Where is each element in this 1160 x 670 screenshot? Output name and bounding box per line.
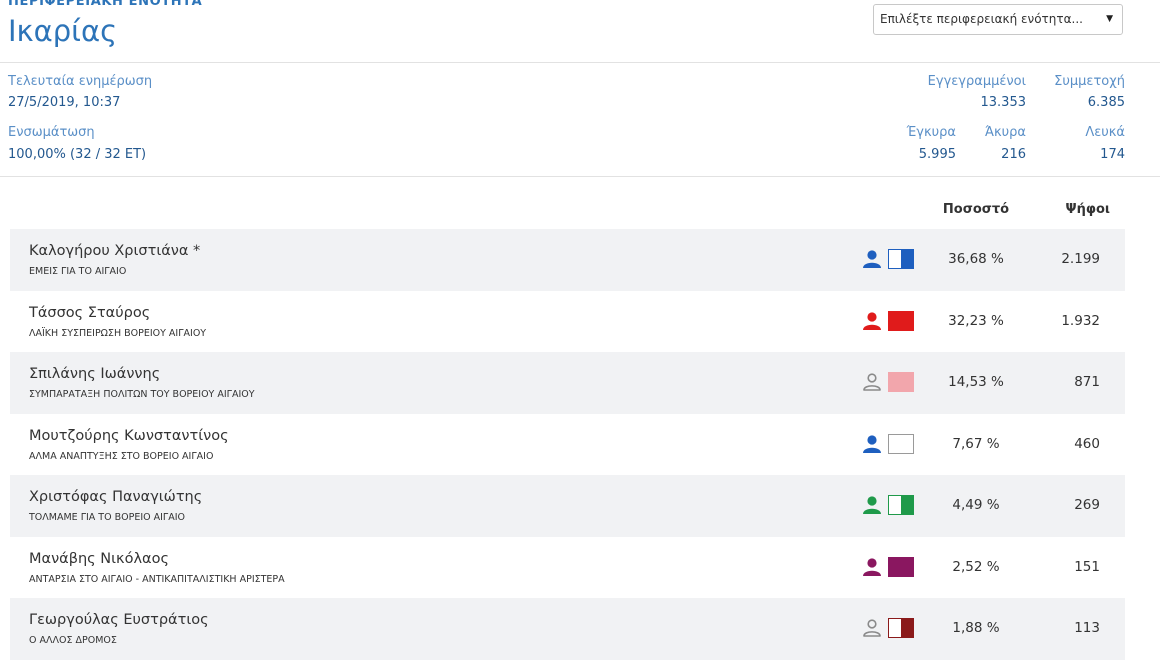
vote-count: 113 — [1074, 620, 1100, 636]
party-name: ΣΥΜΠΑΡΑΤΑΞΗ ΠΟΛΙΤΩΝ ΤΟΥ ΒΟΡΕΙΟΥ ΑΙΓΑΙΟΥ — [29, 389, 255, 400]
valid-label: Έγκυρα — [906, 125, 956, 140]
candidate-name: Χριστόφας Παναγιώτης — [29, 489, 203, 505]
vote-percent: 2,52 % — [952, 558, 1000, 575]
vote-count: 269 — [1074, 497, 1100, 513]
valid-value: 5.995 — [918, 147, 956, 162]
percent-column-header: Ποσοστό — [942, 202, 1010, 217]
party-name: ΑΛΜΑ ΑΝΑΠΤΥΞΗΣ ΣΤΟ ΒΟΡΕΙΟ ΑΙΓΑΙΟ — [29, 450, 214, 462]
table-row[interactable]: Χριστόφας Παναγιώτης ΤΟΛΜΑΜΕ ΓΙΑ ΤΟ ΒΟΡΕΙ… — [10, 475, 1125, 537]
party-name: ΑΝΤΑΡΣΙΑ ΣΤΟ ΑΙΓΑΙΟ - ΑΝΤΙΚΑΠΙΤΑΛΙΣΤΙΚΗ … — [29, 573, 285, 585]
person-filled-icon — [861, 250, 883, 268]
table-row[interactable]: Μουτζούρης Κωνσταντίνος ΑΛΜΑ ΑΝΑΠΤΥΞΗΣ ΣΤ… — [10, 414, 1125, 476]
candidate-name: Τάσσος Σταύρος — [29, 304, 151, 321]
party-name: ΤΟΛΜΑΜΕ ΓΙΑ ΤΟ ΒΟΡΕΙΟ ΑΙΓΑΙΟ — [29, 512, 186, 523]
candidate-name: Μανάβης Νικόλαος — [29, 550, 169, 567]
region-select[interactable]: Επιλέξτε περιφερειακή ενότητα... ▼ — [873, 4, 1123, 35]
person-filled-icon — [861, 557, 883, 576]
integration-value: 100,00% (32 / 32 ΕΤ) — [8, 147, 147, 162]
registered-value: 13.353 — [980, 95, 1027, 110]
integration-label: Ενσωμάτωση — [8, 125, 95, 140]
vote-percent: 7,67 % — [952, 435, 1000, 452]
table-row[interactable]: Σπιλάνης Ιωάννης ΣΥΜΠΑΡΑΤΑΞΗ ΠΟΛΙΤΩΝ ΤΟΥ … — [10, 352, 1125, 414]
vote-percent: 1,88 % — [952, 620, 1000, 636]
party-color-swatch — [888, 372, 914, 392]
vote-count: 871 — [1074, 374, 1100, 390]
candidate-name: Γεωργούλας Ευστράτιος — [29, 612, 209, 628]
candidate-name: Μουτζούρης Κωνσταντίνος — [29, 427, 229, 444]
page-title: Ικαρίας — [8, 14, 118, 48]
dropdown-arrow-icon: ▼ — [1106, 14, 1113, 24]
party-color-swatch — [888, 556, 914, 577]
results-table: Καλογήρου Χριστιάνα * ΕΜΕΙΣ ΓΙΑ ΤΟ ΑΙΓΑΙΟ… — [10, 229, 1125, 660]
last-update-label: Τελευταία ενημέρωση — [8, 74, 153, 89]
person-filled-icon — [861, 311, 883, 330]
vote-percent: 32,23 % — [948, 312, 1004, 329]
candidate-name: Καλογήρου Χριστιάνα * — [29, 243, 201, 259]
vote-count: 151 — [1074, 558, 1100, 575]
candidate-name: Σπιλάνης Ιωάννης — [29, 366, 161, 382]
party-name: ΕΜΕΙΣ ΓΙΑ ΤΟ ΑΙΓΑΙΟ — [29, 266, 127, 277]
turnout-value: 6.385 — [1087, 95, 1125, 110]
blank-value: 174 — [1100, 147, 1125, 162]
registered-label: Εγγεγραμμένοι — [927, 74, 1026, 89]
vote-percent: 36,68 % — [948, 251, 1004, 267]
party-name: ΛΑΪΚΗ ΣΥΣΠΕΙΡΩΣΗ ΒΟΡΕΙΟΥ ΑΙΓΑΙΟΥ — [29, 327, 207, 339]
vote-percent: 4,49 % — [952, 497, 1000, 513]
table-row[interactable]: Γεωργούλας Ευστράτιος Ο ΑΛΛΟΣ ΔΡΟΜΟΣ 1,88 … — [10, 598, 1125, 660]
vote-count: 1.932 — [1061, 312, 1100, 329]
last-update-value: 27/5/2019, 10:37 — [8, 95, 121, 110]
page-header: ΠΕΡΙΦΕΡΕΙΑΚΗ ΕΝΟΤΗΤΑ Ικαρίας Επιλέξτε πε… — [0, 0, 1160, 63]
turnout-label: Συμμετοχή — [1054, 74, 1125, 89]
party-color-swatch — [888, 249, 914, 269]
party-color-swatch — [888, 310, 914, 331]
table-row[interactable]: Μανάβης Νικόλαος ΑΝΤΑΡΣΙΑ ΣΤΟ ΑΙΓΑΙΟ - ΑΝ… — [10, 537, 1125, 599]
party-name: Ο ΑΛΛΟΣ ΔΡΟΜΟΣ — [29, 635, 117, 646]
votes-column-header: Ψήφοι — [1065, 202, 1110, 217]
table-row[interactable]: Καλογήρου Χριστιάνα * ΕΜΕΙΣ ΓΙΑ ΤΟ ΑΙΓΑΙΟ… — [10, 229, 1125, 291]
party-color-swatch — [888, 618, 914, 638]
invalid-label: Άκυρα — [984, 125, 1026, 140]
blank-label: Λευκά — [1085, 125, 1125, 140]
person-filled-icon — [861, 496, 883, 514]
person-filled-icon — [861, 434, 883, 453]
person-outline-icon — [861, 619, 883, 637]
party-color-swatch — [888, 433, 914, 454]
summary-stats: Τελευταία ενημέρωση 27/5/2019, 10:37 Ενσ… — [0, 62, 1160, 177]
invalid-value: 216 — [1001, 147, 1026, 162]
region-select-value: Επιλέξτε περιφερειακή ενότητα... — [880, 12, 1083, 26]
party-color-swatch — [888, 495, 914, 515]
vote-count: 460 — [1074, 435, 1100, 452]
vote-percent: 14,53 % — [948, 374, 1004, 390]
region-type-label: ΠΕΡΙΦΕΡΕΙΑΚΗ ΕΝΟΤΗΤΑ — [8, 0, 203, 9]
person-outline-icon — [861, 373, 883, 391]
table-row[interactable]: Τάσσος Σταύρος ΛΑΪΚΗ ΣΥΣΠΕΙΡΩΣΗ ΒΟΡΕΙΟΥ Α… — [10, 291, 1125, 353]
vote-count: 2.199 — [1061, 251, 1100, 267]
